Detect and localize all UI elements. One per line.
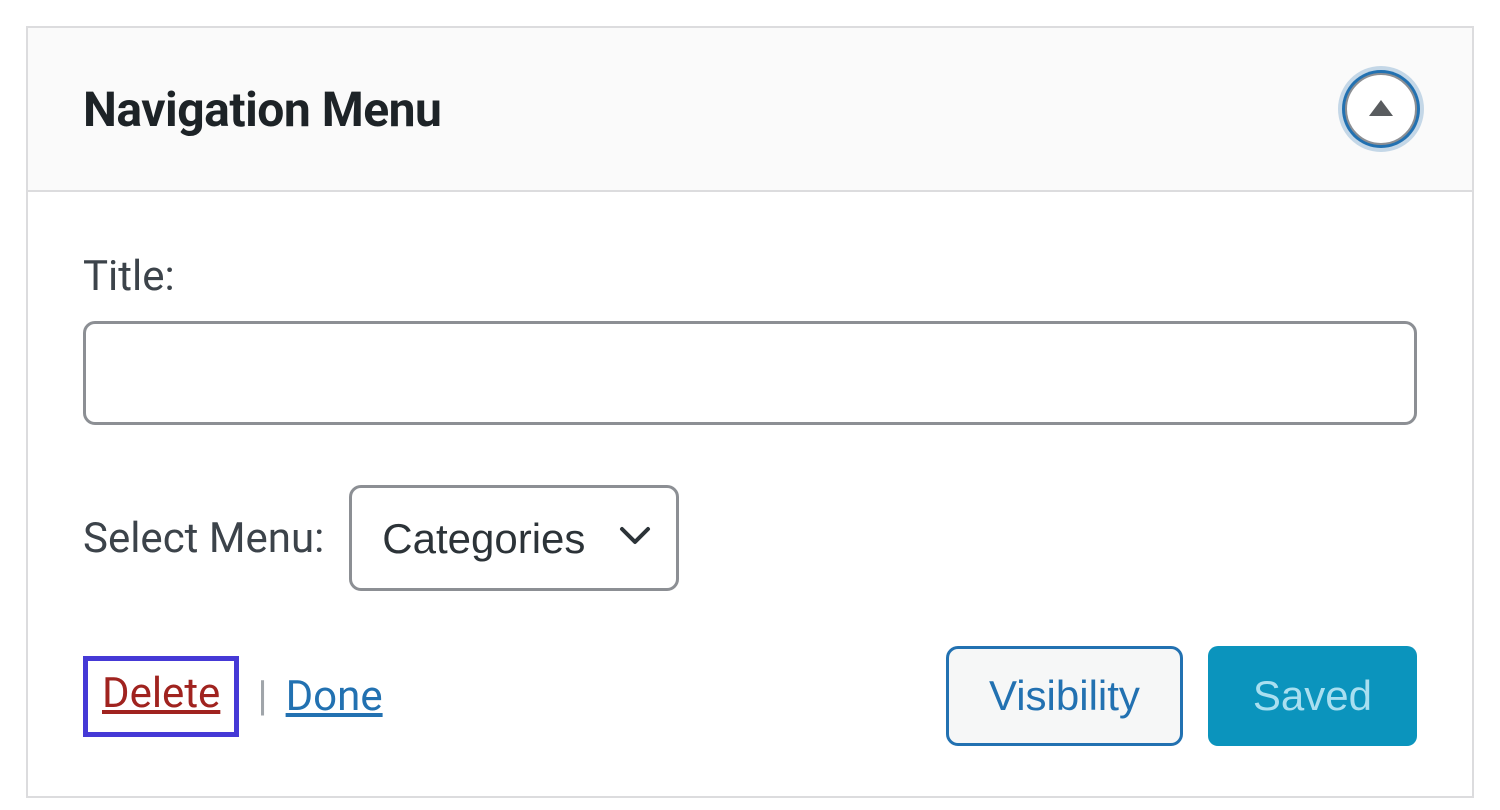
select-menu-label: Select Menu: <box>83 514 324 563</box>
widget-header: Navigation Menu <box>28 28 1472 192</box>
right-actions: Visibility Saved <box>946 646 1417 746</box>
menu-select[interactable]: Categories <box>349 485 679 591</box>
widget-title: Navigation Menu <box>83 81 441 138</box>
triangle-up-icon <box>1369 100 1393 116</box>
saved-button[interactable]: Saved <box>1208 646 1417 746</box>
collapse-toggle-button[interactable] <box>1345 73 1417 145</box>
visibility-button[interactable]: Visibility <box>946 646 1183 746</box>
delete-link[interactable]: Delete <box>83 656 239 737</box>
select-wrapper: Categories <box>349 485 679 591</box>
select-menu-row: Select Menu: Categories <box>83 485 1417 591</box>
title-input[interactable] <box>83 321 1417 425</box>
left-actions: Delete | Done <box>83 656 383 737</box>
widget-body: Title: Select Menu: Categories Delete | … <box>28 192 1472 796</box>
done-link[interactable]: Done <box>286 672 383 721</box>
action-separator: | <box>257 672 267 721</box>
title-field-label: Title: <box>83 252 1417 301</box>
actions-row: Delete | Done Visibility Saved <box>83 646 1417 746</box>
navigation-menu-widget: Navigation Menu Title: Select Menu: Cate… <box>26 26 1474 798</box>
